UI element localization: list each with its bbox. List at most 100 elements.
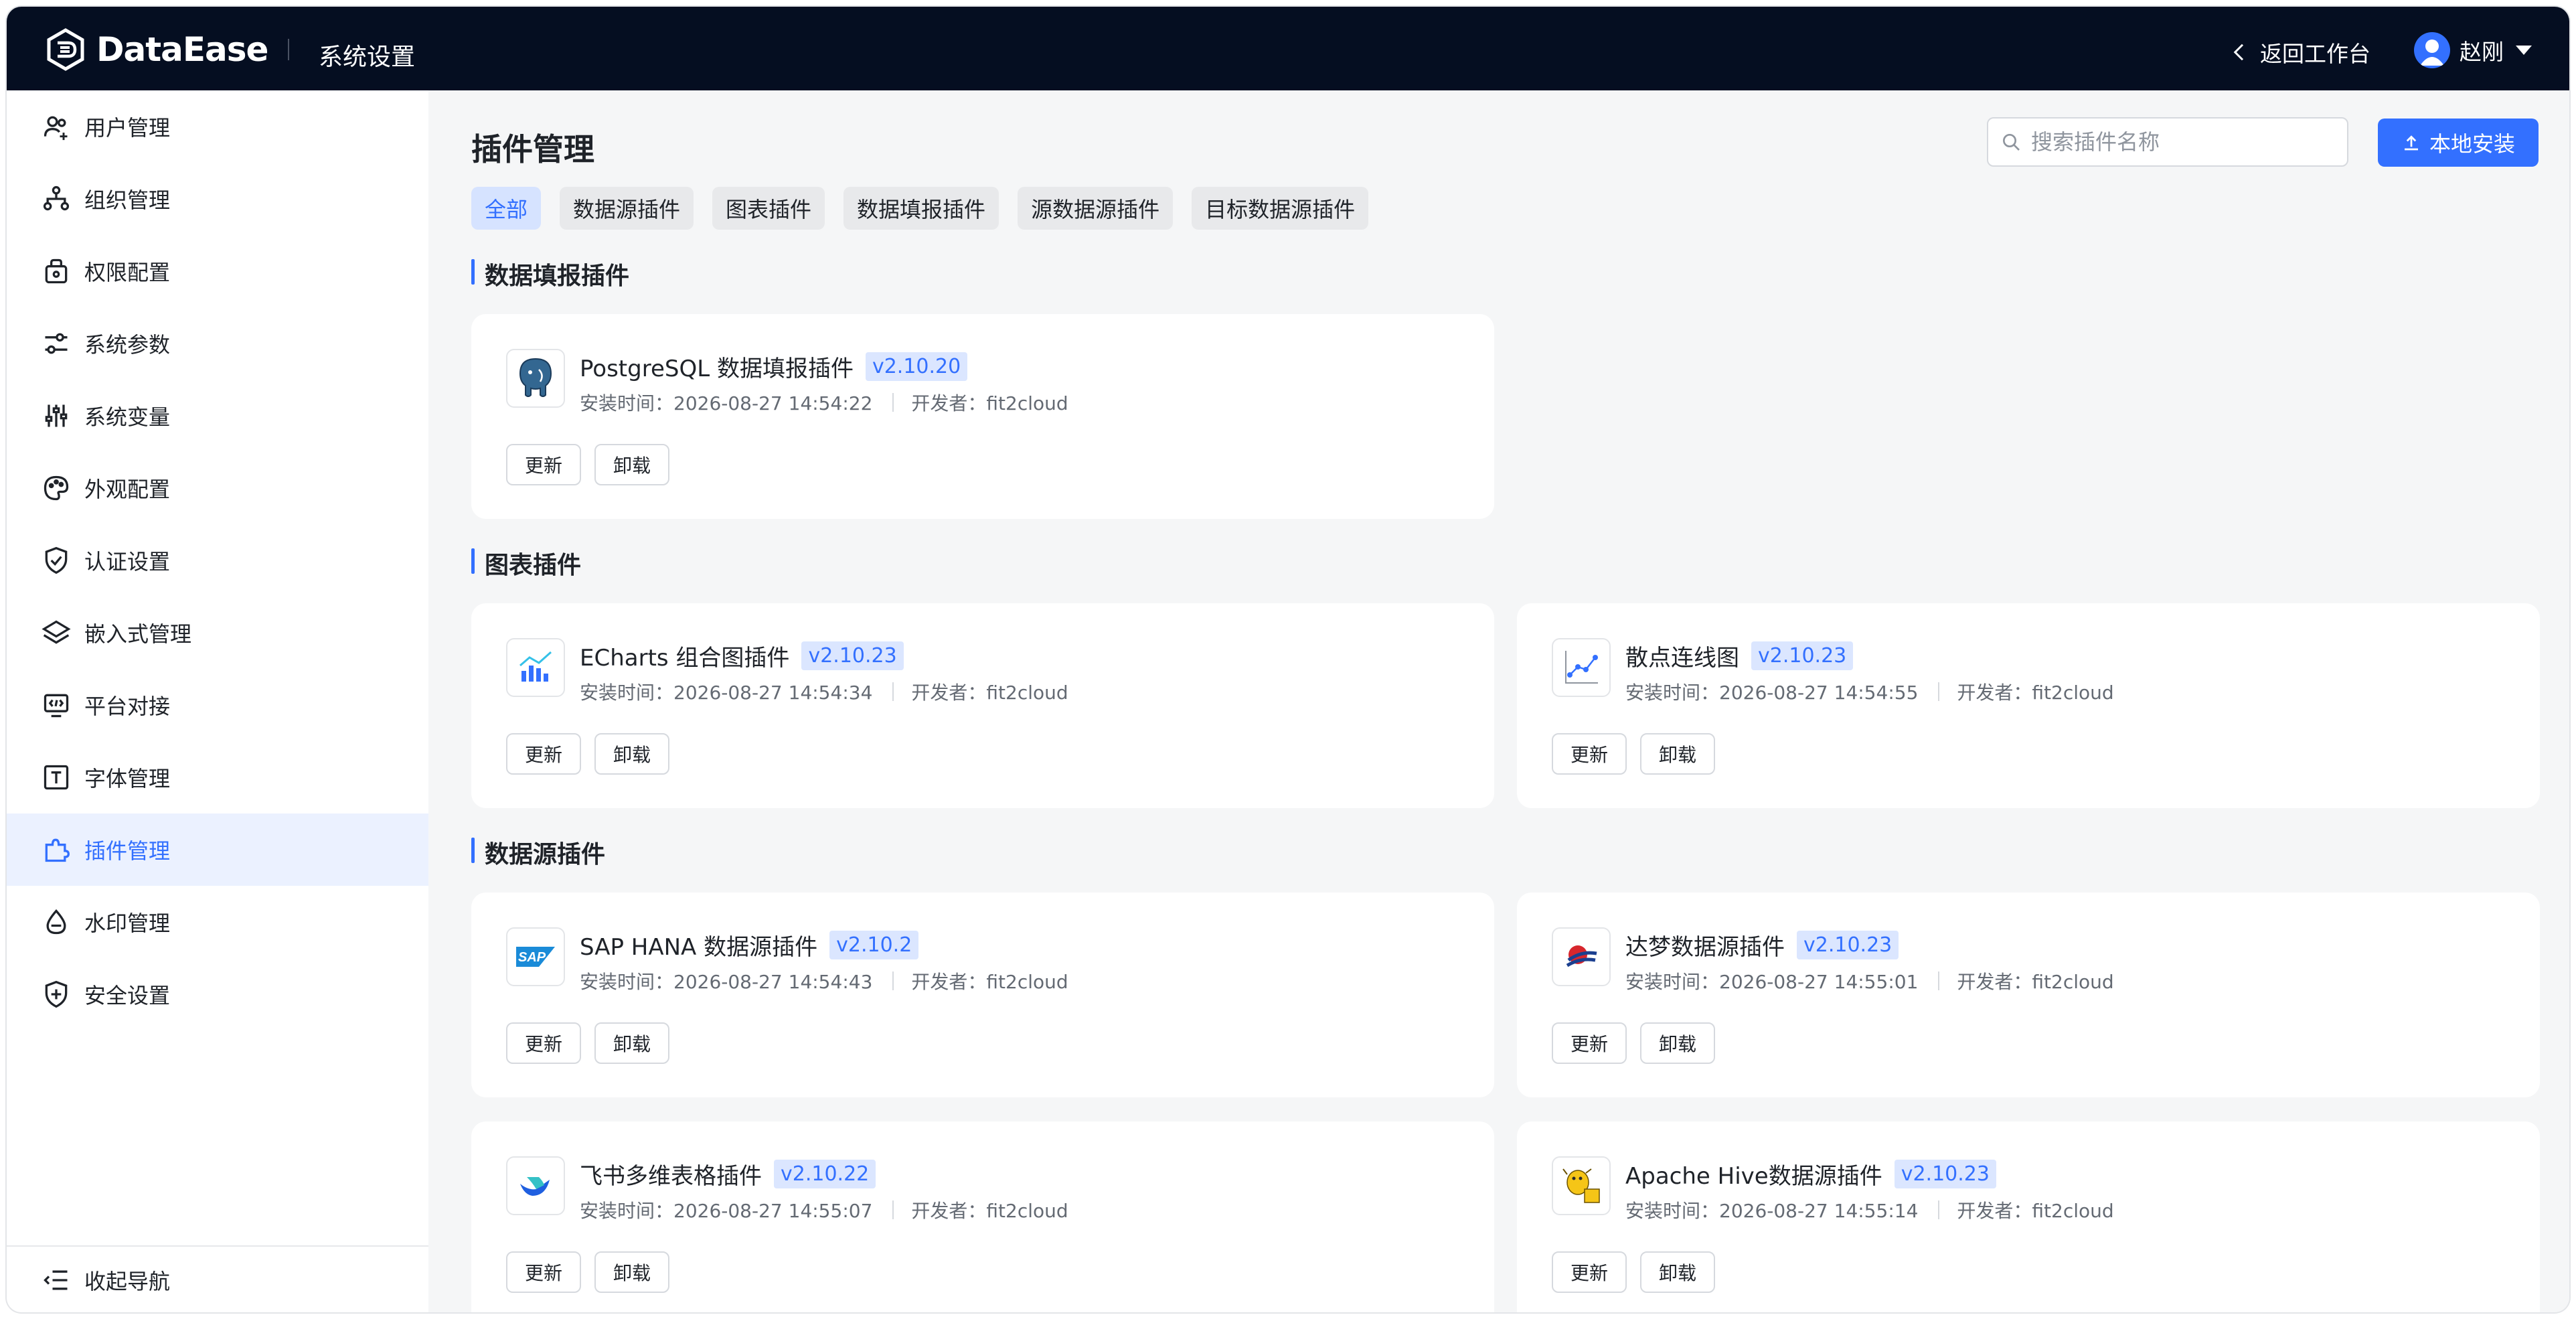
puzzle-icon xyxy=(42,835,71,864)
plugin-name-row: PostgreSQL 数据填报插件 v2.10.20 xyxy=(580,350,968,383)
plugin-name: ECharts 组合图插件 xyxy=(580,645,790,672)
sidebar-item-embedded[interactable]: 嵌入式管理 xyxy=(7,597,428,669)
uninstall-button[interactable]: 卸载 xyxy=(1640,733,1715,775)
update-button[interactable]: 更新 xyxy=(1552,1251,1627,1293)
version-badge: v2.10.22 xyxy=(774,1160,876,1188)
plugin-name: Apache Hive数据源插件 xyxy=(1625,1163,1882,1190)
filter-datasource[interactable]: 数据源插件 xyxy=(560,187,694,230)
search-input[interactable] xyxy=(2031,129,2339,155)
echarts-combo-icon xyxy=(506,638,565,697)
filter-source-datasource[interactable]: 源数据源插件 xyxy=(1018,187,1174,230)
sidebar-item-label: 安全设置 xyxy=(84,983,171,1008)
version-badge: v2.10.23 xyxy=(1751,641,1854,670)
filter-chart[interactable]: 图表插件 xyxy=(712,187,825,230)
sidebar-item-label: 外观配置 xyxy=(84,477,171,502)
dataease-logo-icon xyxy=(47,28,84,71)
filter-all[interactable]: 全部 xyxy=(471,187,542,230)
uninstall-button[interactable]: 卸载 xyxy=(594,733,669,775)
update-button[interactable]: 更新 xyxy=(506,1251,581,1293)
plugin-name-row: 飞书多维表格插件 v2.10.22 xyxy=(580,1158,876,1190)
sidebar-item-label: 组织管理 xyxy=(84,187,171,213)
user-menu[interactable]: 赵刚 xyxy=(2414,32,2532,68)
drop-icon xyxy=(42,907,71,937)
meta-divider xyxy=(1938,682,1940,701)
sidebar-item-watermark[interactable]: 水印管理 xyxy=(7,886,428,958)
meta-divider xyxy=(892,1200,894,1219)
lock-icon xyxy=(42,256,71,286)
plugin-meta: 安装时间：2026-08-27 14:55:07 开发者：fit2cloud xyxy=(580,1196,1068,1223)
sidebar-item-system-params[interactable]: 系统参数 xyxy=(7,307,428,380)
developer: 开发者：fit2cloud xyxy=(911,971,1068,993)
plugin-card: Apache Hive数据源插件 v2.10.23 安装时间：2026-08-2… xyxy=(1517,1121,2540,1312)
plugin-name-row: Apache Hive数据源插件 v2.10.23 xyxy=(1625,1158,1996,1190)
sap-icon: SAP xyxy=(506,927,565,986)
font-icon xyxy=(42,763,71,792)
update-button[interactable]: 更新 xyxy=(506,733,581,775)
sidebar-item-label: 字体管理 xyxy=(84,766,171,791)
update-button[interactable]: 更新 xyxy=(506,444,581,485)
developer: 开发者：fit2cloud xyxy=(911,1200,1068,1222)
sidebar-item-label: 平台对接 xyxy=(84,694,171,719)
uninstall-button[interactable]: 卸载 xyxy=(1640,1251,1715,1293)
plugin-card: SAP SAP HANA 数据源插件 v2.10.2 安装时间：2026-08-… xyxy=(471,893,1494,1097)
section-title-chart: 图表插件 xyxy=(471,546,581,580)
plugin-meta: 安装时间：2026-08-27 14:55:01 开发者：fit2cloud xyxy=(1625,967,2114,994)
brand-logo[interactable]: DataEase xyxy=(44,28,268,71)
sidebar-item-label: 系统变量 xyxy=(84,404,171,430)
filter-target-datasource[interactable]: 目标数据源插件 xyxy=(1192,187,1369,230)
sidebar-item-plugins[interactable]: 插件管理 xyxy=(7,813,428,886)
update-button[interactable]: 更新 xyxy=(1552,1022,1627,1064)
developer: 开发者：fit2cloud xyxy=(911,682,1068,704)
sidebar-item-permissions[interactable]: 权限配置 xyxy=(7,235,428,307)
plugin-meta: 安装时间：2026-08-27 14:54:55 开发者：fit2cloud xyxy=(1625,678,2114,705)
developer: 开发者：fit2cloud xyxy=(911,392,1068,414)
plugin-card: 达梦数据源插件 v2.10.23 安装时间：2026-08-27 14:55:0… xyxy=(1517,893,2540,1097)
sliders-icon xyxy=(42,329,71,358)
sidebar-item-system-variables[interactable]: 系统变量 xyxy=(7,380,428,452)
variable-sliders-icon xyxy=(42,401,71,431)
plugin-card: PostgreSQL 数据填报插件 v2.10.20 安装时间：2026-08-… xyxy=(471,314,1494,519)
plugin-name-row: 散点连线图 v2.10.23 xyxy=(1625,639,1854,672)
install-time: 安装时间：2026-08-27 14:55:07 xyxy=(580,1200,873,1222)
update-button[interactable]: 更新 xyxy=(1552,733,1627,775)
update-button[interactable]: 更新 xyxy=(506,1022,581,1064)
plugin-search[interactable] xyxy=(1987,117,2348,167)
plugin-meta: 安装时间：2026-08-27 14:54:22 开发者：fit2cloud xyxy=(580,389,1068,416)
local-install-button[interactable]: 本地安装 xyxy=(2378,119,2539,167)
sidebar-item-authentication[interactable]: 认证设置 xyxy=(7,524,428,597)
install-time: 安装时间：2026-08-27 14:54:43 xyxy=(580,971,873,993)
uninstall-button[interactable]: 卸载 xyxy=(594,1022,669,1064)
brand-name: DataEase xyxy=(96,30,268,69)
postgresql-icon xyxy=(506,349,565,408)
sidebar: 用户管理 组织管理 权限配置 系统参数 系统变量 外观配置 认证设置 嵌入式管理… xyxy=(7,90,428,1312)
plugin-name: 飞书多维表格插件 xyxy=(580,1163,762,1190)
sidebar-item-appearance[interactable]: 外观配置 xyxy=(7,452,428,524)
back-to-workbench-link[interactable]: 返回工作台 xyxy=(2229,36,2370,68)
sidebar-item-security[interactable]: 安全设置 xyxy=(7,958,428,1030)
sidebar-item-label: 嵌入式管理 xyxy=(84,621,192,647)
upload-icon xyxy=(2404,135,2418,151)
top-bar: DataEase 系统设置 返回工作台 赵刚 xyxy=(7,7,2569,90)
collapse-nav-button[interactable]: 收起导航 xyxy=(7,1247,428,1312)
plugin-name: 散点连线图 xyxy=(1625,645,1739,672)
install-time: 安装时间：2026-08-27 14:55:14 xyxy=(1625,1200,1919,1222)
uninstall-button[interactable]: 卸载 xyxy=(594,444,669,485)
monitor-code-icon xyxy=(42,690,71,720)
plugin-card: 飞书多维表格插件 v2.10.22 安装时间：2026-08-27 14:55:… xyxy=(471,1121,1494,1312)
user-name: 赵刚 xyxy=(2460,39,2504,65)
header-divider xyxy=(288,39,289,60)
sidebar-item-users[interactable]: 用户管理 xyxy=(7,90,428,163)
sidebar-item-label: 系统参数 xyxy=(84,332,171,358)
svg-text:SAP: SAP xyxy=(518,950,546,965)
sidebar-item-fonts[interactable]: 字体管理 xyxy=(7,741,428,813)
uninstall-button[interactable]: 卸载 xyxy=(594,1251,669,1293)
plugin-meta: 安装时间：2026-08-27 14:54:34 开发者：fit2cloud xyxy=(580,678,1068,705)
sidebar-item-platform[interactable]: 平台对接 xyxy=(7,669,428,741)
filter-data-fill[interactable]: 数据填报插件 xyxy=(843,187,999,230)
install-time: 安装时间：2026-08-27 14:54:22 xyxy=(580,392,873,414)
plugin-card: ECharts 组合图插件 v2.10.23 安装时间：2026-08-27 1… xyxy=(471,603,1494,808)
install-time: 安装时间：2026-08-27 14:55:01 xyxy=(1625,971,1919,993)
layers-icon xyxy=(42,618,71,647)
uninstall-button[interactable]: 卸载 xyxy=(1640,1022,1715,1064)
sidebar-item-organizations[interactable]: 组织管理 xyxy=(7,163,428,235)
